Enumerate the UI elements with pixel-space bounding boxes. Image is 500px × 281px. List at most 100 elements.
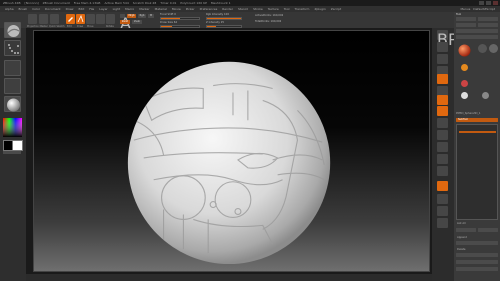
cylinder-tool-icon[interactable] bbox=[478, 44, 487, 53]
menu-item[interactable]: Material bbox=[155, 7, 167, 11]
menu-item[interactable]: Zplugin bbox=[314, 7, 325, 11]
menu-item[interactable]: Color bbox=[32, 7, 40, 11]
scale-button[interactable] bbox=[96, 14, 105, 24]
del-other-button[interactable] bbox=[456, 253, 498, 257]
stroke-thumbnail[interactable] bbox=[4, 40, 21, 56]
new-folder-button[interactable] bbox=[456, 228, 476, 232]
document-canvas[interactable] bbox=[33, 30, 430, 272]
move-view-button[interactable] bbox=[437, 154, 448, 164]
zadd-button[interactable]: Zadd bbox=[120, 20, 130, 24]
copy-tool-button[interactable] bbox=[456, 23, 476, 27]
floor-button[interactable] bbox=[437, 106, 448, 116]
quick-sketch-button[interactable] bbox=[50, 14, 59, 24]
make-polymesh-button[interactable] bbox=[456, 29, 498, 33]
menu-item[interactable]: Zscript bbox=[331, 7, 341, 11]
save-as-button[interactable] bbox=[478, 17, 498, 21]
list-all-button[interactable]: List All bbox=[457, 222, 466, 225]
minimize-icon[interactable] bbox=[479, 1, 484, 5]
secondary-color-swatch[interactable] bbox=[12, 140, 23, 151]
menu-item[interactable]: File bbox=[89, 7, 94, 11]
scale-view-button[interactable] bbox=[437, 166, 448, 176]
goz-button[interactable] bbox=[456, 35, 498, 39]
material-thumbnail[interactable] bbox=[4, 96, 21, 112]
sketch-tool-icon[interactable] bbox=[461, 92, 468, 99]
subtool-active-item[interactable] bbox=[459, 131, 496, 133]
solo-button[interactable] bbox=[437, 218, 448, 228]
menu-item[interactable]: Marker bbox=[139, 7, 149, 11]
polymesh-tool-icon[interactable] bbox=[489, 44, 498, 53]
merge-button[interactable] bbox=[456, 267, 498, 271]
split-button[interactable] bbox=[456, 260, 498, 264]
star-tool-icon[interactable] bbox=[461, 64, 468, 71]
delete-button[interactable]: Delete bbox=[457, 248, 466, 251]
switch-color-button[interactable] bbox=[3, 151, 21, 154]
title-segment: MeshCount 1 bbox=[210, 1, 231, 5]
subtool-list[interactable] bbox=[456, 124, 498, 220]
scroll-button[interactable] bbox=[437, 54, 448, 64]
menu-item[interactable]: Light bbox=[113, 7, 121, 11]
menu-item[interactable]: Macro bbox=[125, 7, 134, 11]
sphere-mesh[interactable] bbox=[34, 31, 429, 271]
projection-master-button[interactable] bbox=[28, 14, 37, 24]
insert-button[interactable] bbox=[456, 241, 498, 245]
transp-button[interactable] bbox=[437, 194, 448, 204]
m-button[interactable]: M bbox=[148, 14, 154, 18]
menu-item[interactable]: Render bbox=[222, 7, 233, 11]
edit-button[interactable] bbox=[66, 14, 75, 24]
menu-item[interactable]: Tool bbox=[284, 7, 290, 11]
menu-item[interactable]: Draw bbox=[66, 7, 74, 11]
draw-icon bbox=[77, 14, 84, 23]
load-tool-button[interactable] bbox=[456, 17, 476, 21]
lsym-button[interactable] bbox=[437, 130, 448, 140]
a-button[interactable]: A bbox=[120, 14, 131, 33]
rgb-intensity-fill bbox=[207, 18, 241, 19]
menu-item[interactable]: Document bbox=[45, 7, 61, 11]
bpr-button[interactable]: BPR bbox=[437, 30, 469, 49]
menu-item[interactable]: Stroke bbox=[253, 7, 263, 11]
zsphere-icon[interactable] bbox=[482, 92, 489, 99]
menu-item[interactable]: Alpha bbox=[5, 7, 14, 11]
brush-thumbnail[interactable] bbox=[4, 22, 21, 38]
rgb-intensity-slider[interactable] bbox=[206, 17, 242, 20]
rgb-button[interactable]: Rgb bbox=[138, 14, 146, 18]
persp-button[interactable] bbox=[437, 95, 448, 105]
zsub-button[interactable]: Zsub bbox=[132, 20, 142, 24]
mrgb-button[interactable]: Mrgb bbox=[127, 14, 136, 18]
draw-button[interactable] bbox=[76, 14, 85, 24]
lightbox-button[interactable] bbox=[39, 14, 48, 24]
active-tool-name: PM3D_Sphere3D_1 bbox=[456, 112, 481, 115]
menus-toggle[interactable]: Menus bbox=[460, 7, 470, 11]
default-zscript-button[interactable]: DefaultZScript bbox=[473, 7, 495, 11]
spix-button[interactable] bbox=[437, 42, 448, 52]
local-button[interactable] bbox=[437, 118, 448, 128]
move-button[interactable] bbox=[86, 14, 95, 24]
rename-button[interactable] bbox=[478, 228, 498, 232]
ghost-button[interactable] bbox=[437, 206, 448, 216]
active-tool-thumbnail[interactable] bbox=[458, 42, 471, 57]
focal-shift-slider[interactable] bbox=[160, 17, 200, 20]
rotate-view-button[interactable] bbox=[437, 181, 448, 191]
menu-item[interactable]: Transform bbox=[295, 7, 310, 11]
menu-item[interactable]: Movie bbox=[172, 7, 181, 11]
rotate-button[interactable] bbox=[106, 14, 115, 24]
simple-brush-icon[interactable] bbox=[461, 80, 468, 87]
z-intensity-fill bbox=[207, 26, 216, 27]
paste-tool-button[interactable] bbox=[478, 23, 498, 27]
menu-item[interactable]: Texture bbox=[268, 7, 279, 11]
menu-item[interactable]: Layer bbox=[99, 7, 107, 11]
frame-button[interactable] bbox=[437, 142, 448, 152]
texture-thumbnail[interactable] bbox=[4, 78, 21, 94]
color-picker[interactable] bbox=[3, 118, 22, 137]
menu-item[interactable]: Stencil bbox=[238, 7, 248, 11]
alpha-thumbnail[interactable] bbox=[4, 60, 21, 76]
actual-button[interactable] bbox=[437, 74, 448, 84]
menu-item[interactable]: Preferences bbox=[200, 7, 218, 11]
menu-item[interactable]: Edit bbox=[78, 7, 84, 11]
close-icon[interactable] bbox=[493, 1, 498, 5]
maximize-icon[interactable] bbox=[486, 1, 491, 5]
edit-icon bbox=[68, 17, 73, 22]
append-button[interactable]: Append bbox=[457, 236, 467, 239]
title-segment: [Nnnnnn] bbox=[24, 1, 39, 5]
menu-item[interactable]: Picker bbox=[186, 7, 195, 11]
menu-item[interactable]: Brush bbox=[19, 7, 28, 11]
